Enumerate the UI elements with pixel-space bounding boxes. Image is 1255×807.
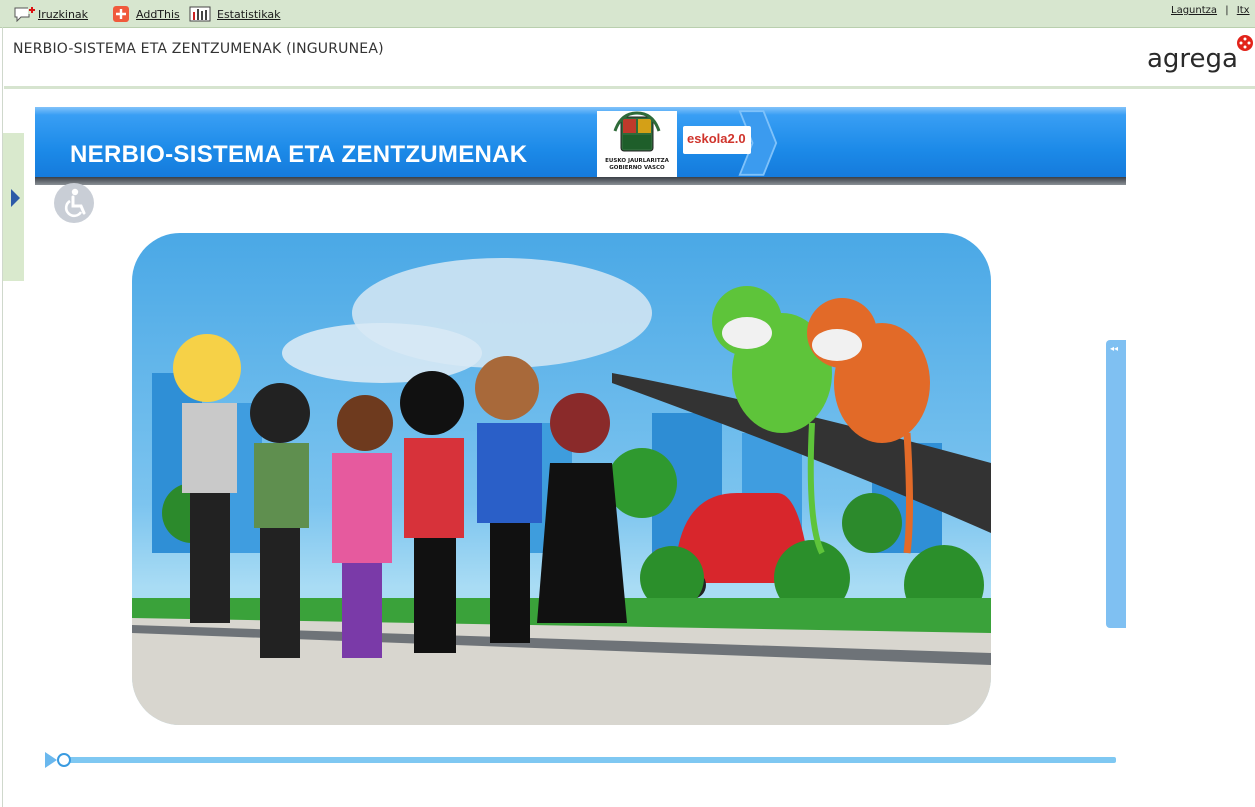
bar-chart-icon (189, 6, 211, 22)
language-link[interactable]: Itx (1237, 5, 1250, 16)
chevron-right-icon (11, 189, 20, 207)
accessibility-button[interactable] (54, 183, 94, 223)
comments-link[interactable]: Iruzkinak (14, 5, 88, 23)
stats-link[interactable]: Estatistikak (189, 5, 281, 23)
eskola-text: eskola2.0 (687, 131, 746, 146)
agrega-logo[interactable]: agrega (1147, 35, 1255, 80)
logo-text: agrega (1147, 44, 1238, 74)
gov-logo-text: EUSKO JAURLARITZA GOBIERNO VASCO (597, 158, 677, 172)
illustration-scene (132, 233, 991, 725)
play-icon[interactable] (45, 752, 57, 768)
progress-bar[interactable] (60, 757, 1116, 763)
help-link[interactable]: Laguntza (1171, 5, 1217, 16)
addthis-link[interactable]: AddThis (112, 5, 180, 23)
page-title: NERBIO-SISTEMA ETA ZENTZUMENAK (INGURUNE… (13, 41, 384, 57)
stats-label[interactable]: Estatistikak (217, 8, 281, 21)
eskola-logo: eskola2.0 (683, 126, 751, 154)
banner-shine (35, 107, 1126, 115)
comment-add-icon (14, 6, 36, 23)
gobierno-vasco-logo: EUSKO JAURLARITZA GOBIERNO VASCO (597, 111, 677, 177)
banner-bottom-strip (35, 177, 1126, 185)
logo-dot-icon (1237, 35, 1253, 51)
right-panel-toggle[interactable]: ◂◂ (1106, 340, 1126, 628)
plus-square-icon (112, 6, 130, 22)
gov-line-2: GOBIERNO VASCO (609, 165, 665, 171)
banner-title: NERBIO-SISTEMA ETA ZENTZUMENAK (70, 141, 528, 168)
double-chevron-left-icon: ◂◂ (1110, 344, 1119, 353)
scene-artwork (132, 258, 991, 725)
wheelchair-icon (64, 188, 86, 218)
toolbar-separator: | (1225, 5, 1229, 16)
addthis-label[interactable]: AddThis (136, 8, 180, 21)
side-panel-toggle[interactable] (3, 133, 24, 281)
comments-label[interactable]: Iruzkinak (38, 8, 88, 21)
top-toolbar: Iruzkinak AddThis Estatistikak Laguntza … (0, 0, 1255, 28)
gov-line-1: EUSKO JAURLARITZA (605, 158, 669, 164)
header-divider (4, 86, 1255, 89)
progress-knob[interactable] (57, 753, 71, 767)
coat-of-arms-icon (613, 111, 661, 152)
